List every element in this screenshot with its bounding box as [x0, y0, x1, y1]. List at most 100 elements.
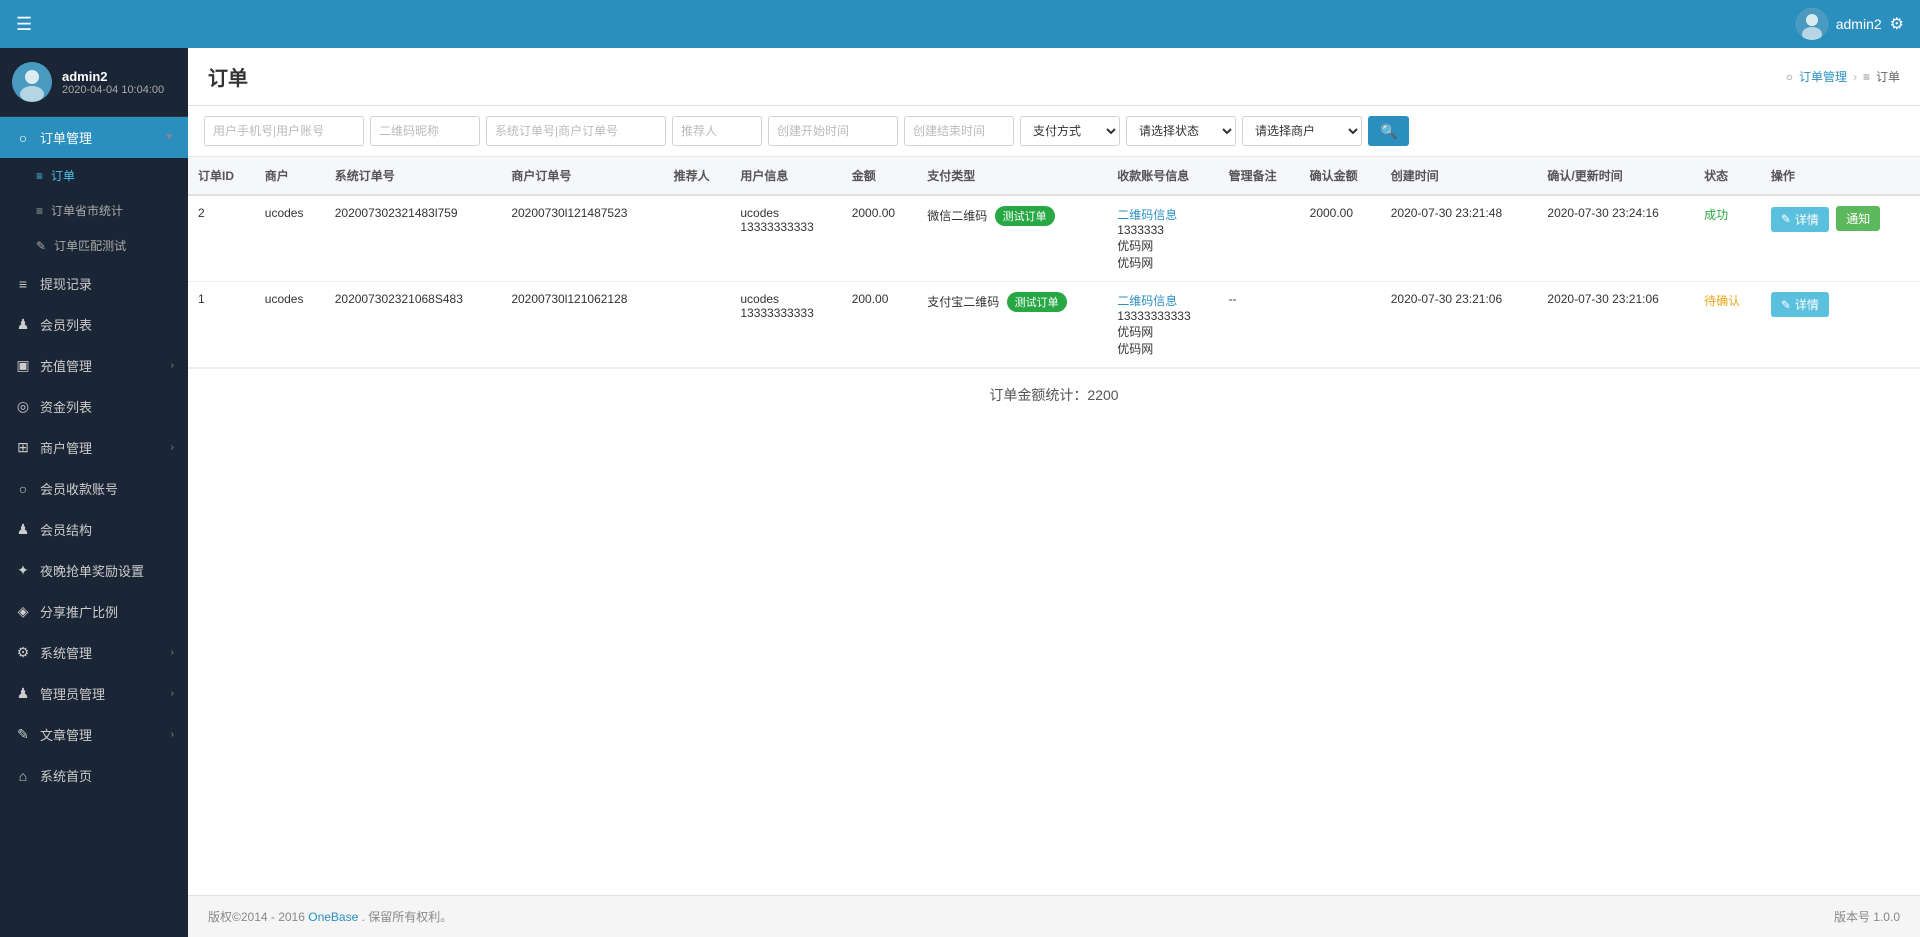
- sidebar-item-member-account[interactable]: ○ 会员收款账号: [0, 468, 188, 509]
- breadcrumb-current-page: 订单: [1876, 68, 1900, 85]
- withdrawal-icon: ≡: [14, 276, 32, 292]
- notify-button[interactable]: 通知: [1836, 206, 1880, 231]
- status-badge: 待确认: [1704, 294, 1740, 308]
- sidebar-item-member-list[interactable]: ♟ 会员列表: [0, 304, 188, 345]
- cell-status: 成功: [1694, 195, 1761, 282]
- hamburger-icon[interactable]: ☰: [16, 14, 32, 35]
- cell-account-info: 二维码信息 1333333 优码网 优码网: [1107, 195, 1218, 282]
- filter-referrer-input[interactable]: [672, 116, 762, 146]
- cell-management-note: [1219, 195, 1300, 282]
- sidebar-sub-item-province-stats-label: 订单省市统计: [51, 202, 123, 219]
- order-total-amount: 2200: [1087, 387, 1118, 403]
- match-test-icon: ✎: [36, 239, 46, 253]
- footer-link[interactable]: OneBase: [308, 910, 358, 924]
- sidebar-sub-item-province-stats[interactable]: ≡ 订单省市统计: [0, 193, 188, 228]
- sidebar-item-withdrawal[interactable]: ≡ 提现记录: [0, 263, 188, 304]
- sidebar-item-article-management[interactable]: ✎ 文章管理 ›: [0, 714, 188, 755]
- sidebar-item-member-structure[interactable]: ♟ 会员结构: [0, 509, 188, 550]
- breadcrumb-icon2: ≡: [1863, 70, 1870, 84]
- footer-copyright: 版权©2014 - 2016 OneBase . 保留所有权利。: [208, 908, 452, 925]
- filter-status-select[interactable]: 请选择状态 成功 待确认 失败: [1126, 116, 1236, 146]
- sidebar-item-article-management-label: 文章管理: [40, 725, 163, 744]
- col-sys-order-no: 系统订单号: [325, 157, 502, 195]
- sidebar-item-recharge-label: 充值管理: [40, 356, 163, 375]
- sidebar-item-share-ratio[interactable]: ◈ 分享推广比例: [0, 591, 188, 632]
- table-row: 2 ucodes 202007302321483l759 20200730l12…: [188, 195, 1920, 282]
- filter-start-time-input[interactable]: [768, 116, 898, 146]
- detail-button[interactable]: ✎ 详情: [1771, 292, 1829, 317]
- sidebar-item-system-home-label: 系统首页: [40, 766, 174, 785]
- sidebar-item-system-management[interactable]: ⚙ 系统管理 ›: [0, 632, 188, 673]
- sidebar-item-merchant[interactable]: ⊞ 商户管理 ›: [0, 427, 188, 468]
- cell-referrer: [664, 195, 731, 282]
- cell-merchant: ucodes: [255, 195, 325, 282]
- system-home-icon: ⌂: [14, 768, 32, 784]
- cell-account-info: 二维码信息 13333333333 优码网 优码网: [1107, 282, 1218, 368]
- filter-qrcode-input[interactable]: [370, 116, 480, 146]
- topbar-right: admin2 ⚙: [1796, 8, 1904, 40]
- filter-merchant-select[interactable]: 请选择商户: [1242, 116, 1362, 146]
- recharge-icon: ▣: [14, 357, 32, 374]
- sidebar-item-system-management-label: 系统管理: [40, 643, 163, 662]
- sidebar-sub-item-match-test[interactable]: ✎ 订单匹配测试: [0, 228, 188, 263]
- order-sub-icon: ≡: [36, 169, 43, 183]
- col-account-info: 收款账号信息: [1107, 157, 1218, 195]
- recharge-arrow: ›: [171, 360, 174, 371]
- cell-sys-order-no: 202007302321068S483: [325, 282, 502, 368]
- topbar-left: ☰: [16, 14, 32, 35]
- sidebar-item-night-grab[interactable]: ✦ 夜晚抢单奖励设置: [0, 550, 188, 591]
- cell-user-info: ucodes13333333333: [730, 282, 841, 368]
- filter-bar: 支付方式 微信 支付宝 银行卡 请选择状态 成功 待确认 失败 请选择商户 🔍: [188, 106, 1920, 157]
- detail-icon: ✎: [1781, 212, 1791, 226]
- cell-confirm-update-time: 2020-07-30 23:21:06: [1537, 282, 1694, 368]
- account-info-link[interactable]: 二维码信息: [1117, 208, 1177, 222]
- order-total: 订单金额统计：2200: [188, 368, 1920, 421]
- breadcrumb-separator: ›: [1853, 70, 1857, 84]
- sidebar-item-fund-list[interactable]: ◎ 资金列表: [0, 386, 188, 427]
- system-management-icon: ⚙: [14, 644, 32, 661]
- cell-sys-order-no: 202007302321483l759: [325, 195, 502, 282]
- cell-confirm-amount: [1300, 282, 1381, 368]
- filter-payment-method-select[interactable]: 支付方式 微信 支付宝 银行卡: [1020, 116, 1120, 146]
- col-confirm-amount: 确认金额: [1300, 157, 1381, 195]
- cell-payment-type: 微信二维码 测试订单: [917, 195, 1107, 282]
- cell-status: 待确认: [1694, 282, 1761, 368]
- admin-management-icon: ♟: [14, 685, 32, 702]
- cell-merchant: ucodes: [255, 282, 325, 368]
- main-layout: admin2 2020-04-04 10:04:00 ○ 订单管理 ▼ ≡ 订单…: [0, 48, 1920, 937]
- system-management-arrow: ›: [171, 647, 174, 658]
- filter-end-time-input[interactable]: [904, 116, 1014, 146]
- breadcrumb-order-management[interactable]: 订单管理: [1799, 68, 1847, 85]
- sidebar-user-info: admin2 2020-04-04 10:04:00: [0, 48, 188, 117]
- cell-order-id: 1: [188, 282, 255, 368]
- col-amount: 金额: [842, 157, 918, 195]
- table-row: 1 ucodes 202007302321068S483 20200730l12…: [188, 282, 1920, 368]
- order-total-label: 订单金额统计：: [989, 387, 1087, 403]
- breadcrumb: ○ 订单管理 › ≡ 订单: [1786, 68, 1900, 85]
- payment-badge: 测试订单: [995, 206, 1055, 226]
- filter-order-no-input[interactable]: [486, 116, 666, 146]
- sidebar-avatar: [12, 62, 52, 102]
- topbar-avatar: [1796, 8, 1828, 40]
- sidebar-item-recharge[interactable]: ▣ 充值管理 ›: [0, 345, 188, 386]
- footer-version: 版本号 1.0.0: [1834, 908, 1900, 925]
- cell-amount: 200.00: [842, 282, 918, 368]
- cell-create-time: 2020-07-30 23:21:06: [1381, 282, 1538, 368]
- detail-button[interactable]: ✎ 详情: [1771, 207, 1829, 232]
- filter-phone-input[interactable]: [204, 116, 364, 146]
- sidebar-item-admin-management[interactable]: ♟ 管理员管理 ›: [0, 673, 188, 714]
- account-info-link[interactable]: 二维码信息: [1117, 294, 1177, 308]
- sidebar-datetime: 2020-04-04 10:04:00: [62, 84, 164, 96]
- sidebar-item-member-account-label: 会员收款账号: [40, 479, 174, 498]
- sidebar-item-share-ratio-label: 分享推广比例: [40, 602, 174, 621]
- sidebar-sub-item-order[interactable]: ≡ 订单: [0, 158, 188, 193]
- page-header: 订单 ○ 订单管理 › ≡ 订单: [188, 48, 1920, 106]
- cell-confirm-amount: 2000.00: [1300, 195, 1381, 282]
- filter-search-button[interactable]: 🔍: [1368, 116, 1409, 146]
- sidebar-item-system-home[interactable]: ⌂ 系统首页: [0, 755, 188, 796]
- sidebar-item-night-grab-label: 夜晚抢单奖励设置: [40, 561, 174, 580]
- topbar-settings-icon[interactable]: ⚙: [1890, 14, 1904, 34]
- sidebar-sub-item-order-label: 订单: [51, 167, 75, 184]
- cell-actions: ✎ 详情 通知: [1761, 195, 1920, 282]
- sidebar-item-order-management[interactable]: ○ 订单管理 ▼: [0, 117, 188, 158]
